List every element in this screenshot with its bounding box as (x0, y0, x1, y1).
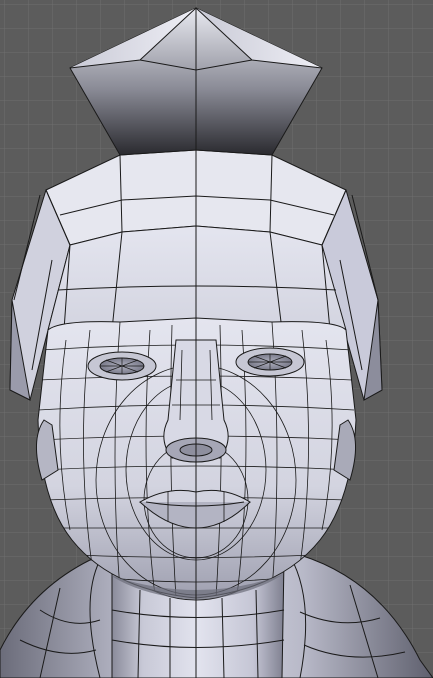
mesh-eye-right (235, 347, 305, 377)
3d-viewport[interactable] (0, 0, 433, 678)
viewport-canvas[interactable] (0, 0, 433, 678)
mesh-eye-left (87, 351, 157, 381)
